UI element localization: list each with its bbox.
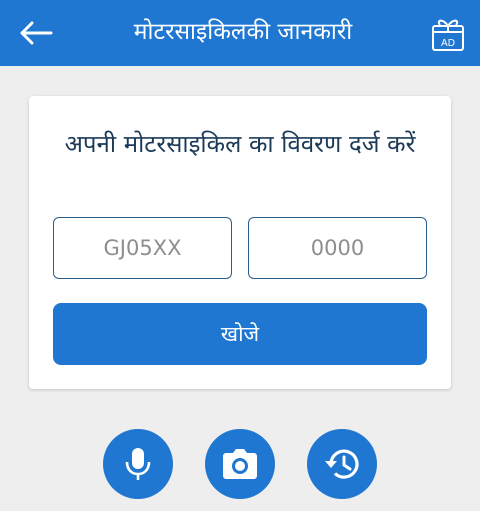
history-button[interactable] [307, 429, 377, 499]
details-card: अपनी मोटरसाइकिल का विवरण दर्ज करें खोजे [29, 96, 451, 389]
gift-ad-icon: AD [432, 19, 464, 51]
page-title: मोटरसाइकिलकी जानकारी [133, 19, 353, 45]
gift-badge-text: AD [441, 38, 455, 49]
history-icon [325, 449, 359, 479]
registration-prefix-input[interactable] [53, 217, 232, 279]
camera-icon [223, 449, 257, 479]
search-button[interactable]: खोजे [53, 303, 427, 365]
card-heading: अपनी मोटरसाइकिल का विवरण दर्ज करें [64, 130, 416, 158]
voice-input-button[interactable] [103, 429, 173, 499]
registration-number-input[interactable] [248, 217, 427, 279]
microphone-icon [125, 448, 151, 480]
camera-button[interactable] [205, 429, 275, 499]
app-bar: मोटरसाइकिलकी जानकारी AD [0, 0, 480, 66]
gift-ad-button[interactable]: AD [428, 14, 468, 54]
